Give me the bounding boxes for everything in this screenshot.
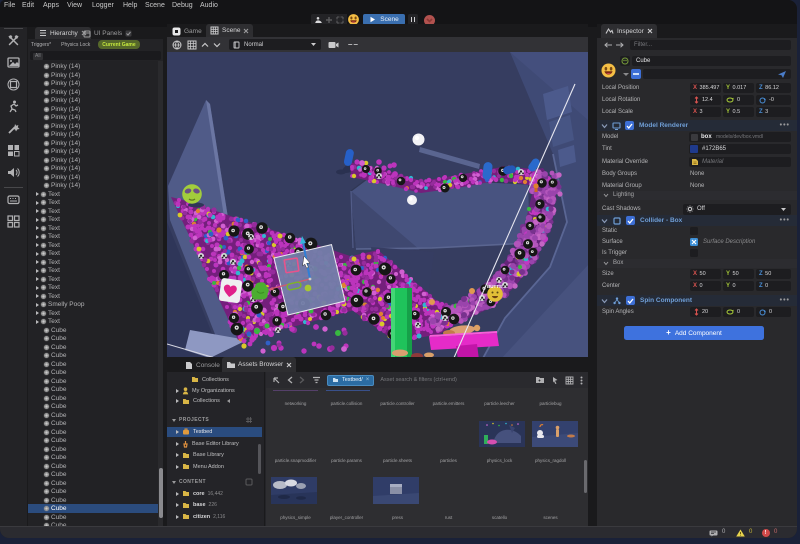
svg-text:BUTTS: BUTTS xyxy=(487,284,502,289)
